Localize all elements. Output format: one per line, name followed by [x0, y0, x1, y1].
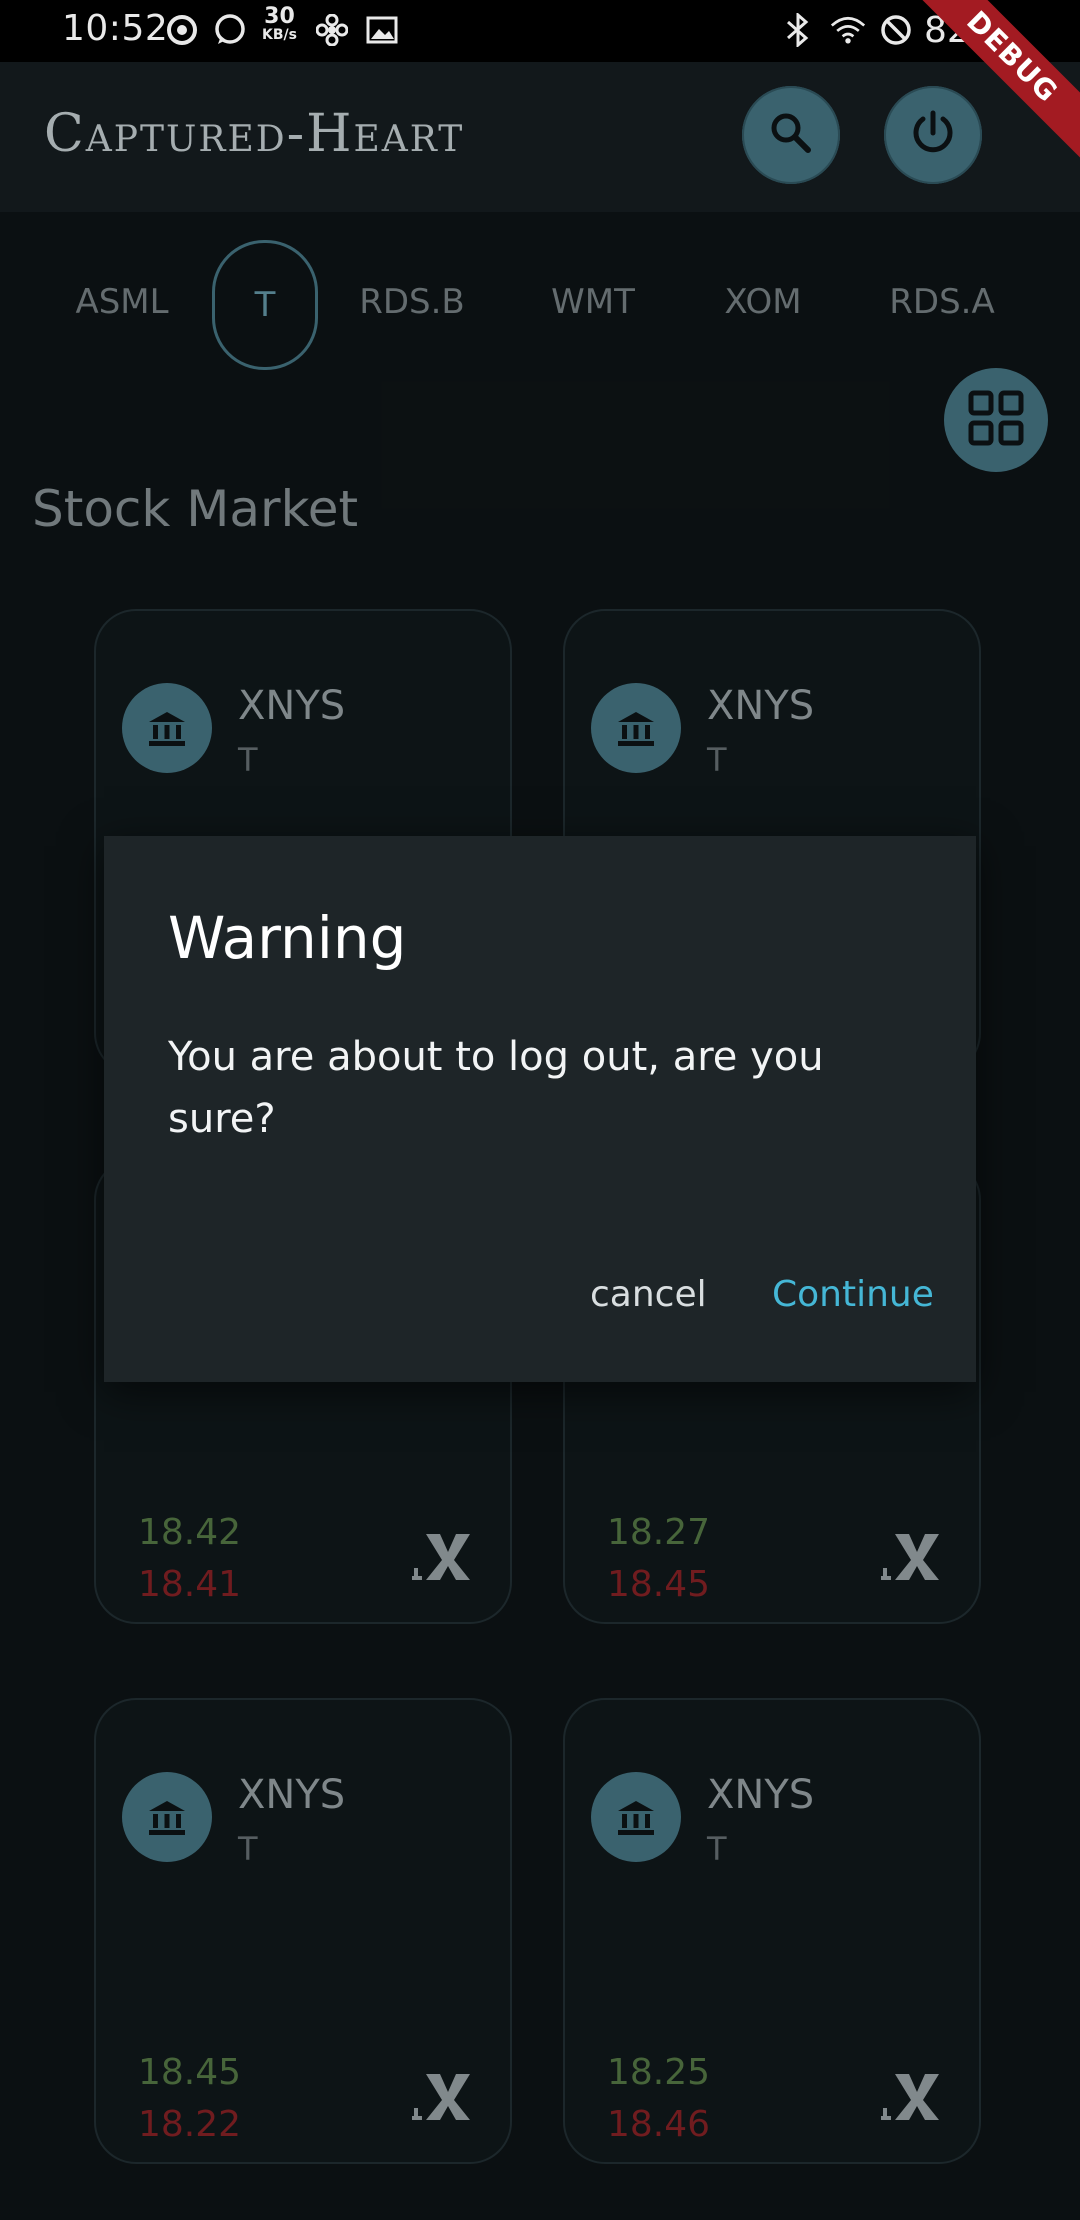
status-bar: 10:52 30 KB/s 82% [0, 0, 1080, 62]
whatsapp-icon [212, 12, 248, 48]
network-speed: 30 KB/s [262, 6, 297, 44]
media-icon [164, 12, 200, 48]
status-time: 10:52 [62, 8, 169, 49]
cancel-button[interactable]: cancel [590, 1274, 707, 1315]
logout-warning-dialog: Warning You are about to log out, are yo… [104, 836, 976, 1382]
dialog-title: Warning [168, 904, 407, 972]
wifi-icon [830, 12, 866, 48]
network-speed-unit: KB/s [262, 27, 297, 43]
fan-icon [314, 12, 350, 48]
continue-button[interactable]: Continue [772, 1274, 934, 1315]
dialog-message: You are about to log out, are you sure? [168, 1034, 824, 1142]
gallery-icon [364, 12, 400, 48]
bluetooth-icon [780, 12, 816, 48]
dnd-icon [878, 12, 914, 48]
